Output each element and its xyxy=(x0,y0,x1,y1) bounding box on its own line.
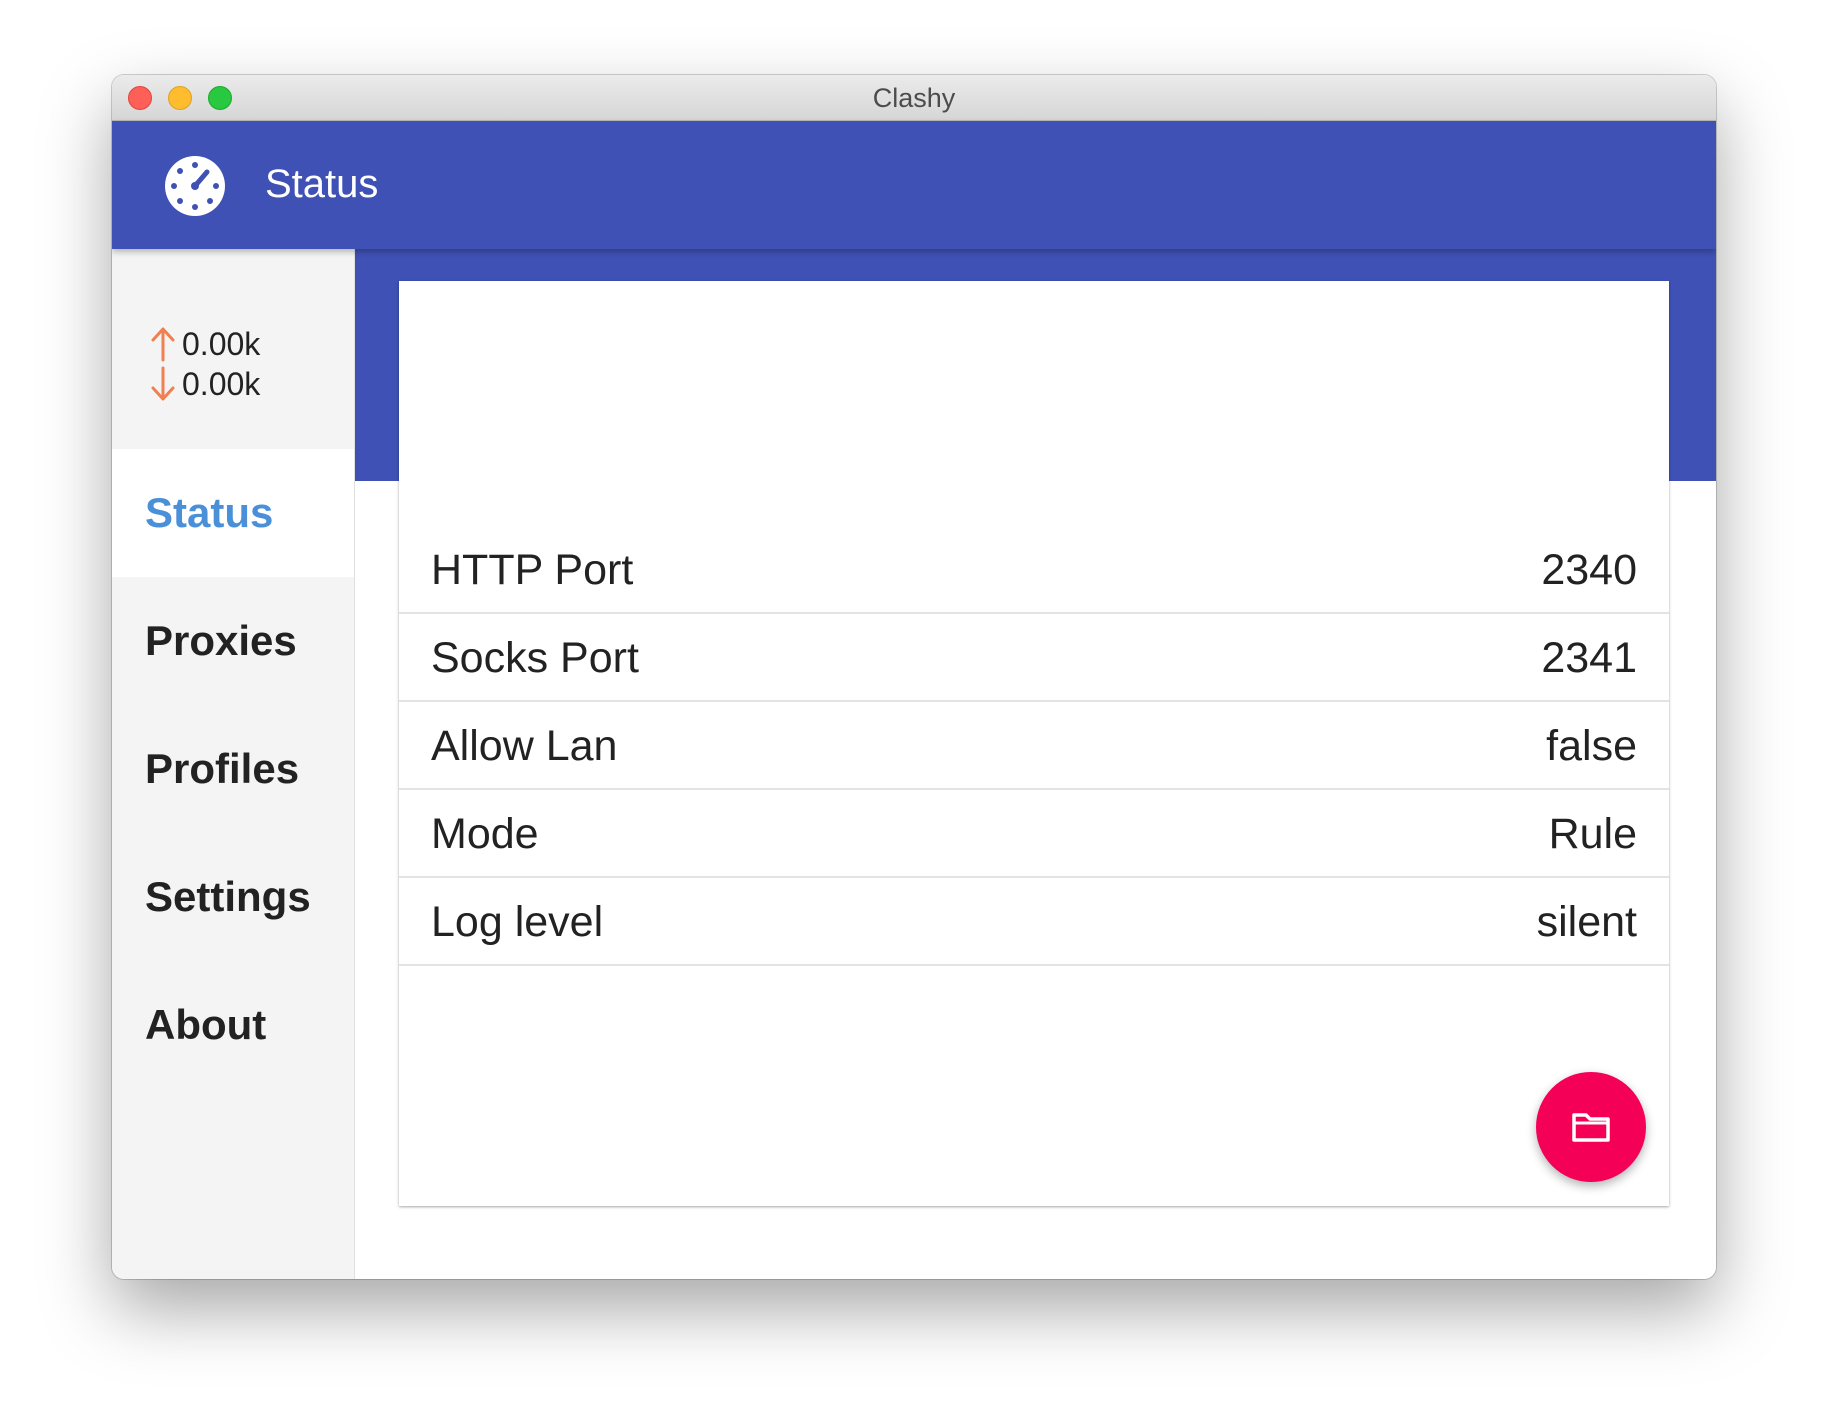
row-value: false xyxy=(1546,722,1637,770)
status-card: HTTP Port 2340 Socks Port 2341 Allow Lan… xyxy=(399,281,1669,1206)
row-label: Allow Lan xyxy=(431,722,618,770)
sidebar-item-about[interactable]: About xyxy=(112,961,354,1089)
upload-rate: 0.00k xyxy=(182,325,261,362)
window-title: Clashy xyxy=(872,83,956,113)
row-label: Log level xyxy=(431,898,604,946)
status-row-socks-port: Socks Port 2341 xyxy=(399,614,1669,702)
row-label: Mode xyxy=(431,810,539,858)
row-value: silent xyxy=(1536,898,1637,946)
status-row-http-port: HTTP Port 2340 xyxy=(399,526,1669,614)
speedometer-icon xyxy=(165,156,225,216)
upload-rate-row: 0.00k xyxy=(150,324,260,364)
sidebar-item-status[interactable]: Status xyxy=(112,449,354,577)
app-window: Clashy Status 0.00k 0.00k Status Proxies… xyxy=(112,75,1716,1279)
row-label: Socks Port xyxy=(431,634,639,682)
folder-icon xyxy=(1572,1113,1610,1142)
sidebar-item-settings[interactable]: Settings xyxy=(112,833,354,961)
traffic-indicator: 0.00k 0.00k xyxy=(150,324,260,404)
arrow-up-icon xyxy=(151,327,175,362)
row-label: HTTP Port xyxy=(431,546,634,594)
page-title: Status xyxy=(265,162,379,206)
status-row-allow-lan: Allow Lan false xyxy=(399,702,1669,790)
download-rate: 0.00k xyxy=(182,365,261,402)
row-value: Rule xyxy=(1548,810,1637,858)
main-content: HTTP Port 2340 Socks Port 2341 Allow Lan… xyxy=(355,249,1716,1279)
sidebar-item-profiles[interactable]: Profiles xyxy=(112,705,354,833)
sidebar: 0.00k 0.00k Status Proxies Profiles Sett… xyxy=(112,249,355,1279)
row-value: 2340 xyxy=(1541,546,1637,594)
title-bar: Clashy xyxy=(112,75,1716,121)
download-rate-row: 0.00k xyxy=(150,364,260,404)
open-folder-button[interactable] xyxy=(1536,1072,1646,1182)
row-value: 2341 xyxy=(1541,634,1637,682)
status-row-mode: Mode Rule xyxy=(399,790,1669,878)
app-bar: Status xyxy=(112,121,1716,249)
status-list: HTTP Port 2340 Socks Port 2341 Allow Lan… xyxy=(399,526,1669,966)
sidebar-item-proxies[interactable]: Proxies xyxy=(112,577,354,705)
status-row-log-level: Log level silent xyxy=(399,878,1669,966)
arrow-down-icon xyxy=(151,366,175,401)
